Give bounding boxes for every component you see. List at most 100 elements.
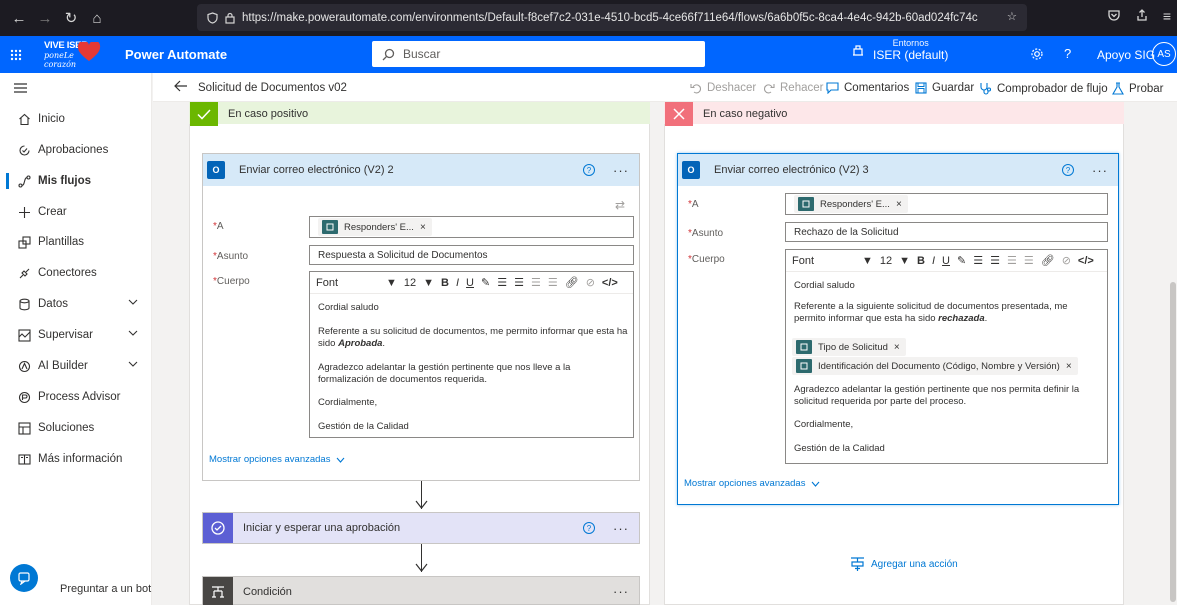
link-icon[interactable]: 🔗︎	[565, 276, 579, 289]
comments-button[interactable]: Comentarios	[826, 82, 909, 94]
close-icon[interactable]: ×	[894, 342, 900, 353]
font-size-select[interactable]: 12	[404, 277, 416, 289]
dynamic-token[interactable]: Identificación del Documento (Código, No…	[792, 357, 1078, 375]
close-icon[interactable]: ×	[896, 199, 902, 210]
body-editor[interactable]: Font ▼ 12 ▼ B I U ✎ ☰ ☰ ☰ ☰ 🔗︎ ⊘ </> Cor…	[785, 249, 1108, 464]
card-header[interactable]: O Enviar correo electrónico (V2) 3 ? ···	[678, 154, 1118, 186]
sidebar-item-mas-informacion[interactable]: Más información	[0, 444, 152, 474]
waffle-icon[interactable]	[2, 36, 30, 73]
redo-button[interactable]: Rehacer	[763, 82, 823, 94]
sidebar-item-mis-flujos[interactable]: Mis flujos	[0, 166, 152, 196]
font-dropdown-icon[interactable]: ▼	[862, 255, 873, 267]
undo-button[interactable]: Deshacer	[690, 82, 756, 94]
indent-icon[interactable]: ☰	[1024, 254, 1034, 267]
sidebar-item-inicio[interactable]: Inicio	[0, 104, 152, 134]
sidebar-item-soluciones[interactable]: Soluciones	[0, 413, 152, 443]
to-field[interactable]: Responders' E... ×	[309, 216, 634, 238]
app-name[interactable]: Power Automate	[125, 47, 227, 62]
scrollbar-thumb[interactable]	[1170, 282, 1176, 602]
branch-yes-title[interactable]: En caso positivo	[190, 102, 308, 126]
font-size-select[interactable]: 12	[880, 255, 892, 267]
avatar[interactable]: AS	[1152, 42, 1176, 66]
branch-no-title[interactable]: En caso negativo	[665, 102, 787, 126]
add-action-button[interactable]: Agregar una acción	[850, 557, 958, 572]
underline-icon[interactable]: U	[942, 255, 950, 267]
chevron-down-icon[interactable]	[128, 299, 138, 305]
to-field[interactable]: Responders' E... ×	[785, 193, 1108, 215]
more-options-icon[interactable]: ···	[1092, 163, 1108, 178]
share-icon[interactable]	[1135, 8, 1149, 24]
help-icon[interactable]: ?	[1064, 46, 1071, 61]
sidebar-item-plantillas[interactable]: Plantillas	[0, 227, 152, 257]
sidebar-item-aprobaciones[interactable]: Aprobaciones	[0, 135, 152, 165]
bullet-list-icon[interactable]: ☰	[497, 276, 507, 289]
card-header[interactable]: O Enviar correo electrónico (V2) 2 ? ···	[203, 154, 639, 186]
size-dropdown-icon[interactable]: ▼	[899, 255, 910, 267]
subject-field[interactable]: Rechazo de la Solicitud	[785, 222, 1108, 242]
body-editor[interactable]: Font ▼ 12 ▼ B I U ✎ ☰ ☰ ☰ ☰ 🔗︎ ⊘ </> Cor…	[309, 271, 634, 438]
code-view-icon[interactable]: </>	[1078, 255, 1094, 267]
show-advanced-link[interactable]: Mostrar opciones avanzadas	[209, 454, 345, 465]
more-options-icon[interactable]: ···	[613, 163, 629, 178]
test-button[interactable]: Probar	[1112, 82, 1164, 95]
environment-picker[interactable]: Entornos ISER (default)	[851, 38, 948, 62]
numbered-list-icon[interactable]: ☰	[990, 254, 1000, 267]
bold-icon[interactable]: B	[441, 277, 449, 289]
chevron-down-icon[interactable]	[128, 361, 138, 367]
approval-card[interactable]: Iniciar y esperar una aprobación ? ···	[202, 512, 640, 544]
unlink-icon[interactable]: ⊘	[1062, 254, 1071, 267]
virtual-agent-button[interactable]	[10, 564, 38, 592]
link-icon[interactable]: 🔗︎	[1041, 254, 1055, 267]
settings-gear-icon[interactable]	[1030, 47, 1044, 61]
send-email-card-2[interactable]: O Enviar correo electrónico (V2) 2 ? ···…	[202, 153, 640, 481]
condition-card[interactable]: Condición ···	[202, 576, 640, 605]
font-dropdown-icon[interactable]: ▼	[386, 277, 397, 289]
chevron-down-icon[interactable]	[128, 330, 138, 336]
bullet-list-icon[interactable]: ☰	[973, 254, 983, 267]
numbered-list-icon[interactable]: ☰	[514, 276, 524, 289]
search-input[interactable]: Buscar	[372, 41, 705, 67]
pen-icon[interactable]: ✎	[957, 254, 966, 267]
italic-icon[interactable]: I	[456, 277, 459, 289]
close-icon[interactable]: ×	[1066, 361, 1072, 372]
unlink-icon[interactable]: ⊘	[586, 276, 595, 289]
pocket-icon[interactable]	[1107, 8, 1121, 24]
more-options-icon[interactable]: ···	[613, 584, 629, 599]
outdent-icon[interactable]: ☰	[1007, 254, 1017, 267]
bookmark-star-icon[interactable]: ☆	[1007, 9, 1017, 23]
home-browser-icon[interactable]: ⌂	[86, 7, 108, 29]
help-circle-icon[interactable]: ?	[583, 164, 595, 176]
dynamic-token[interactable]: Tipo de Solicitud ×	[792, 338, 906, 356]
font-select[interactable]: Font	[792, 255, 862, 267]
menu-icon[interactable]: ≡	[1163, 8, 1171, 24]
reload-icon[interactable]: ↻	[60, 7, 82, 29]
underline-icon[interactable]: U	[466, 277, 474, 289]
send-email-card-3[interactable]: O Enviar correo electrónico (V2) 3 ? ···…	[677, 153, 1119, 505]
help-circle-icon[interactable]: ?	[1062, 164, 1074, 176]
subject-field[interactable]: Respuesta a Solicitud de Documentos	[309, 245, 634, 265]
back-arrow-icon[interactable]	[174, 80, 188, 92]
indent-icon[interactable]: ☰	[548, 276, 558, 289]
sidebar-item-datos[interactable]: Datos	[0, 289, 152, 319]
sidebar-item-supervisar[interactable]: Supervisar	[0, 320, 152, 350]
sidebar-item-crear[interactable]: Crear	[0, 197, 152, 227]
swap-icon[interactable]: ⇄	[615, 198, 625, 212]
dynamic-token[interactable]: Responders' E... ×	[794, 195, 908, 213]
italic-icon[interactable]: I	[932, 255, 935, 267]
sidebar-item-ai-builder[interactable]: AI Builder	[0, 351, 152, 381]
code-view-icon[interactable]: </>	[602, 277, 618, 289]
sidebar-item-conectores[interactable]: Conectores	[0, 258, 152, 288]
close-icon[interactable]: ×	[420, 222, 426, 233]
help-circle-icon[interactable]: ?	[583, 522, 595, 534]
pen-icon[interactable]: ✎	[481, 276, 490, 289]
address-bar[interactable]: https://make.powerautomate.com/environme…	[197, 4, 1027, 31]
dynamic-token[interactable]: Responders' E... ×	[318, 218, 432, 236]
back-icon[interactable]: ←	[8, 7, 30, 29]
hamburger-icon[interactable]	[14, 83, 27, 93]
save-button[interactable]: Guardar	[915, 82, 974, 94]
flow-checker-button[interactable]: Comprobador de flujo	[979, 82, 1108, 95]
show-advanced-link[interactable]: Mostrar opciones avanzadas	[684, 478, 820, 489]
font-select[interactable]: Font	[316, 277, 386, 289]
size-dropdown-icon[interactable]: ▼	[423, 277, 434, 289]
outdent-icon[interactable]: ☰	[531, 276, 541, 289]
